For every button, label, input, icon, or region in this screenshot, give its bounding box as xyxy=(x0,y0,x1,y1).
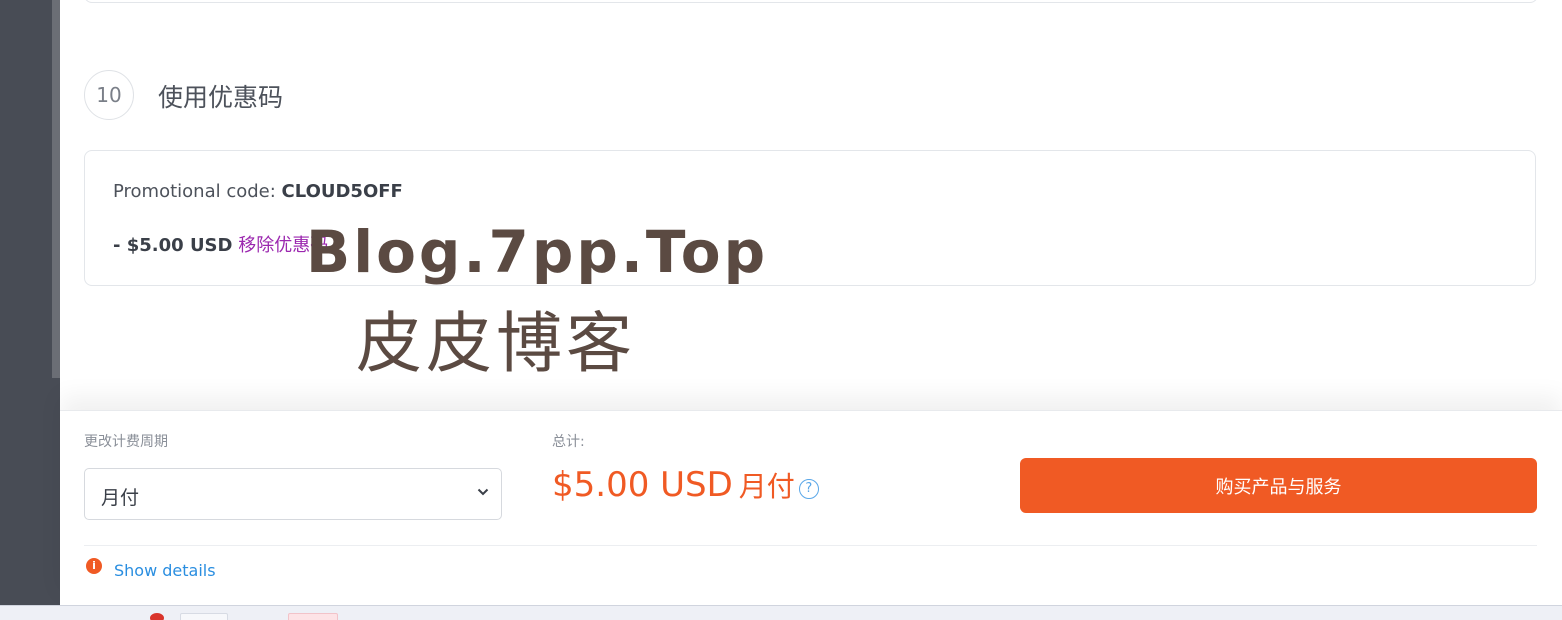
previous-section-card xyxy=(84,0,1538,3)
discount-amount: - $5.00 USD xyxy=(113,235,233,256)
promo-code-label: Promotional code: xyxy=(113,181,282,202)
divider xyxy=(84,545,1537,546)
page: 10 使用优惠码 Promotional code: CLOUD5OFF - $… xyxy=(0,0,1562,620)
chevron-down-icon xyxy=(477,488,489,496)
taskbar xyxy=(0,605,1562,620)
taskbar-item[interactable] xyxy=(288,613,338,620)
discount-line: - $5.00 USD 移除优惠码 xyxy=(113,231,328,257)
watermark-subtext: 皮皮博客 xyxy=(356,305,636,382)
buy-button[interactable]: 购买产品与服务 xyxy=(1020,458,1537,513)
step-title: 使用优惠码 xyxy=(158,83,284,112)
sidebar-scrollbar[interactable] xyxy=(52,0,60,378)
total-label: 总计: xyxy=(552,434,585,450)
main-content: 10 使用优惠码 Promotional code: CLOUD5OFF - $… xyxy=(60,0,1562,410)
sidebar xyxy=(0,0,60,605)
promo-code-card: Promotional code: CLOUD5OFF - $5.00 USD … xyxy=(84,150,1536,286)
promo-code-line: Promotional code: CLOUD5OFF xyxy=(113,181,403,202)
promo-code-value: CLOUD5OFF xyxy=(281,181,403,202)
taskbar-item[interactable] xyxy=(150,613,164,620)
taskbar-item[interactable] xyxy=(180,613,228,620)
total-cycle: 月付 xyxy=(738,470,795,503)
checkout-bar: 更改计费周期 月付 总计: $5.00 USD 月付? 购买产品与服务 i Sho… xyxy=(60,410,1562,606)
help-icon[interactable]: ? xyxy=(798,479,819,499)
billing-cycle-value: 月付 xyxy=(101,487,140,509)
billing-cycle-select[interactable]: 月付 xyxy=(84,468,502,520)
watermark-text: Blog.7pp.Top xyxy=(306,218,769,286)
show-details-link[interactable]: Show details xyxy=(114,561,216,580)
total-price: $5.00 USD 月付? xyxy=(552,465,819,505)
billing-cycle-label: 更改计费周期 xyxy=(84,434,168,450)
step-number-badge: 10 xyxy=(84,70,134,120)
info-icon: i xyxy=(86,558,102,574)
total-amount: $5.00 USD xyxy=(552,465,733,505)
